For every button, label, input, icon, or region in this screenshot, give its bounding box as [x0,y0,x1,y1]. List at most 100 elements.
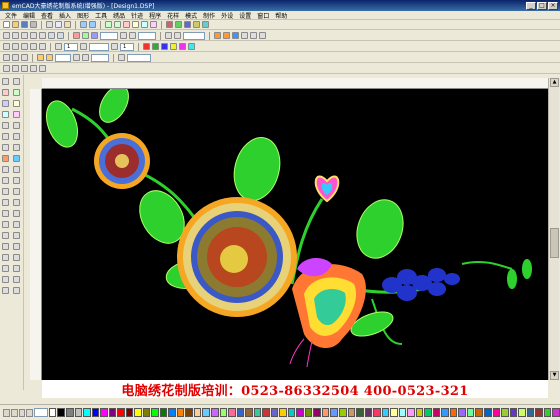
menu-mode[interactable]: 模式 [182,11,200,20]
color-swatch[interactable] [253,408,262,417]
toolbar-combo-c[interactable] [183,31,205,40]
view-stitch-icon[interactable] [3,54,10,61]
towel-icon[interactable] [188,43,195,50]
step-icon[interactable] [46,54,53,61]
color-swatch[interactable] [475,408,483,417]
palette-remove-icon[interactable] [18,408,26,417]
applique-icon[interactable] [170,43,177,50]
scroll-thumb[interactable] [550,228,559,258]
menu-graphics[interactable]: 图形 [74,11,92,20]
underlay-icon[interactable] [250,32,257,39]
color-swatch[interactable] [449,408,458,417]
tool-39-icon[interactable] [2,287,9,294]
weld-icon[interactable] [2,133,9,140]
tool-32-icon[interactable] [13,243,20,250]
polygon-icon[interactable] [2,111,9,118]
color-swatch[interactable] [330,408,338,417]
color-swatch[interactable] [74,408,83,417]
view-outline-icon[interactable] [12,54,19,61]
color-swatch[interactable] [83,408,91,417]
spacing-icon[interactable] [111,43,118,50]
trim-shape-icon[interactable] [13,133,20,140]
maximize-button[interactable]: □ [537,1,547,10]
view-combo-a[interactable] [55,53,71,62]
print-icon[interactable] [30,21,37,28]
mirror-icon[interactable] [150,21,157,28]
color-swatch[interactable] [65,408,74,417]
close-button[interactable]: × [548,1,558,10]
pan-icon[interactable] [13,166,20,173]
rotate-icon[interactable] [141,21,148,28]
color-swatch[interactable] [535,408,543,417]
tool-40-icon[interactable] [13,287,20,294]
color-swatch[interactable] [48,408,57,417]
snap-icon[interactable] [82,54,89,61]
line-icon[interactable] [91,32,98,39]
rectangle-icon[interactable] [2,100,9,107]
color-swatch[interactable] [466,408,475,417]
color-swatch[interactable] [108,408,117,417]
select-icon[interactable] [123,21,130,28]
contour-icon[interactable] [13,210,20,217]
color-swatch[interactable] [304,408,313,417]
tool-36-icon[interactable] [13,265,20,272]
color-swatch[interactable] [492,408,501,417]
color-swatch[interactable] [219,408,228,417]
color-swatch[interactable] [364,408,373,417]
menu-tools[interactable]: 工具 [92,11,110,20]
color-swatch[interactable] [381,408,390,417]
color-swatch[interactable] [509,408,518,417]
image-icon[interactable] [30,65,37,72]
menu-settings[interactable]: 设置 [236,11,254,20]
auto-fill-icon[interactable] [2,210,9,217]
paste-icon[interactable] [64,21,71,28]
fill-icon[interactable] [175,21,182,28]
star-icon[interactable] [13,111,20,118]
color-swatch[interactable] [552,408,560,417]
align-top-icon[interactable] [30,32,37,39]
tool-33-icon[interactable] [2,254,9,261]
color-swatch[interactable] [245,408,253,417]
color-swatch[interactable] [390,408,398,417]
tool-35-icon[interactable] [2,265,9,272]
align-right-icon[interactable] [21,32,28,39]
node-edit-icon[interactable] [13,78,20,85]
color-swatch[interactable] [91,408,100,417]
design-canvas[interactable] [42,89,548,380]
jump-icon[interactable] [232,32,239,39]
menu-device[interactable]: 外设 [218,11,236,20]
menu-stitch[interactable]: 针迹 [128,11,146,20]
stitch-angle-field[interactable] [89,42,109,51]
palette-add-icon[interactable] [10,408,18,417]
measure-tool-icon[interactable] [2,177,9,184]
color-swatch[interactable] [458,408,466,417]
tool-37-icon[interactable] [2,276,9,283]
simulate-icon[interactable] [37,54,44,61]
color-swatch[interactable] [125,408,134,417]
pull-comp-icon[interactable] [259,32,266,39]
lock-icon[interactable] [174,32,181,39]
param-icon[interactable] [55,43,62,50]
group-icon[interactable] [48,32,55,39]
height-icon[interactable] [129,32,136,39]
color-swatch[interactable] [441,408,449,417]
open-icon[interactable] [12,21,19,28]
color-icon[interactable] [184,21,191,28]
needle-icon[interactable] [214,32,221,39]
color-swatch[interactable] [117,408,125,417]
menu-program[interactable]: 程序 [146,11,164,20]
measure-icon[interactable] [118,54,125,61]
color-swatch[interactable] [424,408,432,417]
menu-window[interactable]: 窗口 [254,11,272,20]
tool-28-icon[interactable] [13,221,20,228]
stitch-icon[interactable] [166,21,173,28]
curve-icon[interactable] [82,32,89,39]
run-tool-icon[interactable] [2,199,9,206]
color-swatch[interactable] [100,408,108,417]
stitch-spacing-field[interactable]: 1 [120,42,134,51]
toolbar-combo-a[interactable] [100,31,118,40]
stitch-run-icon[interactable] [3,43,10,50]
sequin-icon[interactable] [143,43,150,50]
zoom-in-icon[interactable] [105,21,112,28]
color-swatch[interactable] [193,408,202,417]
